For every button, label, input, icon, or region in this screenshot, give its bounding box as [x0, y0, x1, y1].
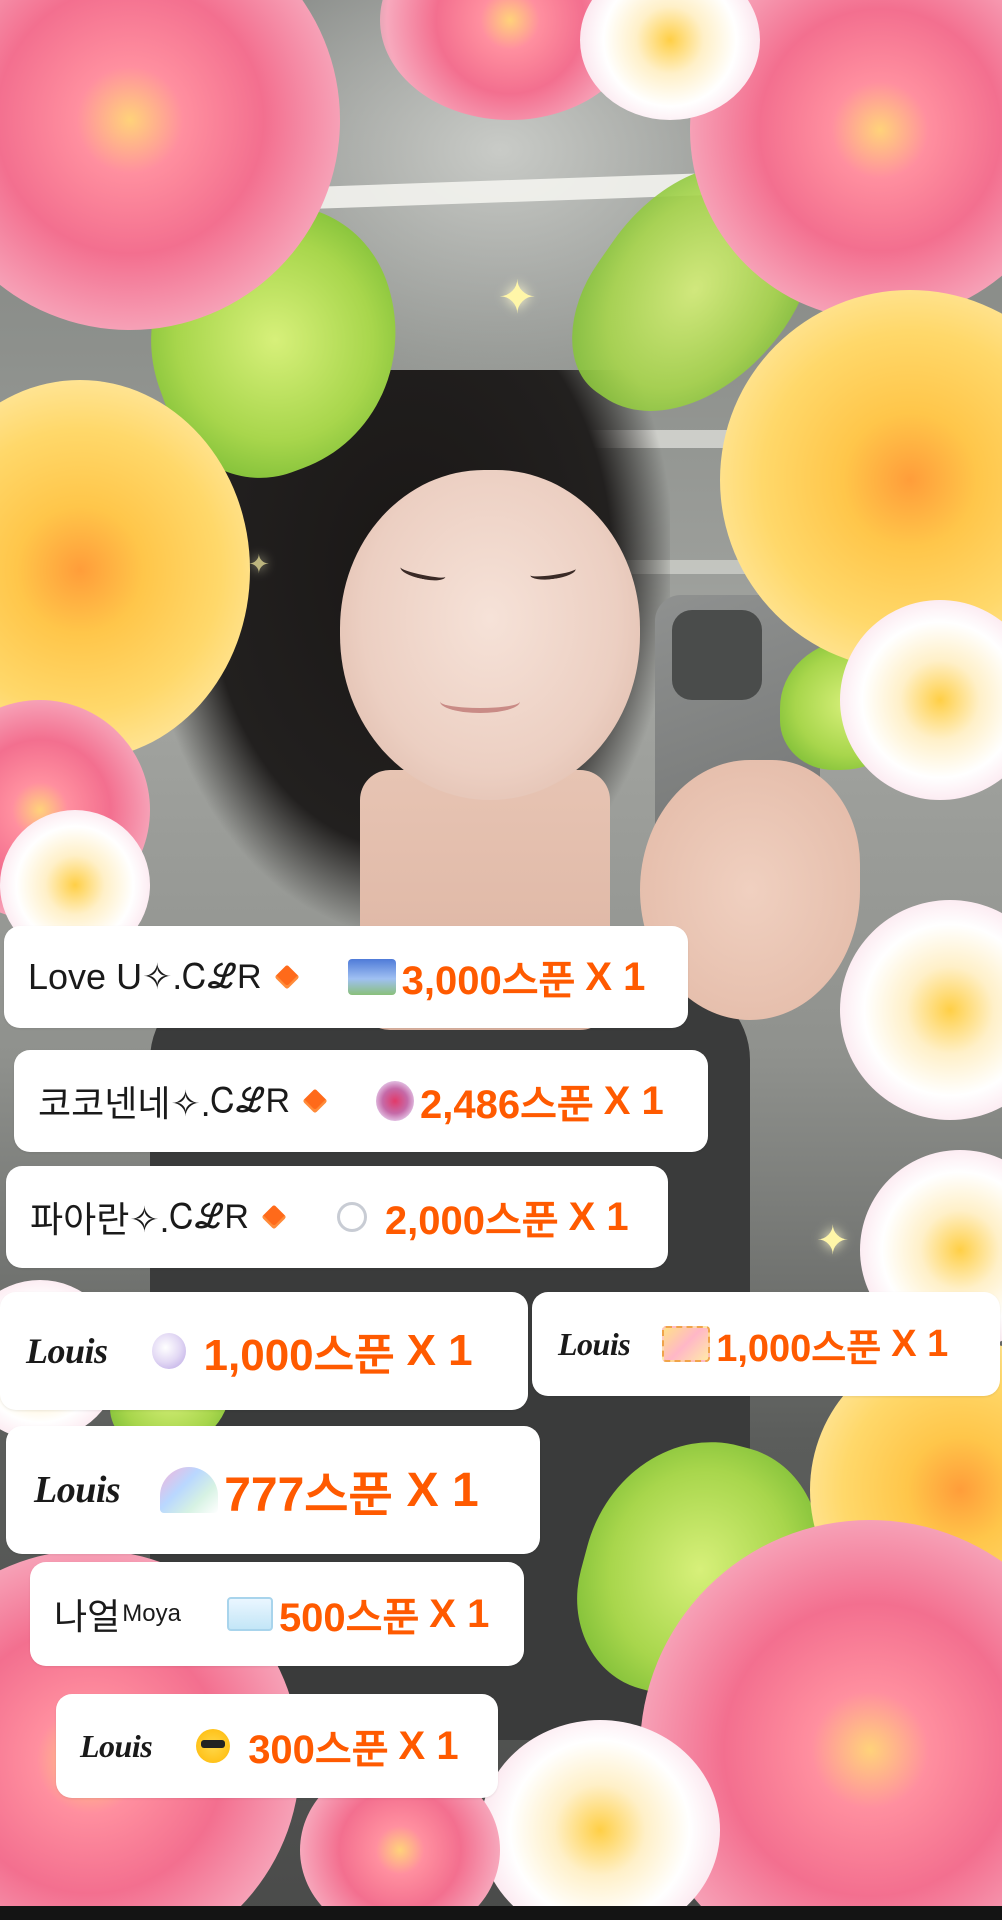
orange-diamond-badge-icon — [261, 1204, 287, 1230]
orange-diamond-badge-icon — [302, 1088, 328, 1114]
sender-name: 나얼 — [54, 1596, 121, 1637]
sender-tag: ᏟℒR — [169, 1197, 249, 1236]
sparkle-icon: ✦ — [498, 270, 537, 324]
sender-name: Louis — [80, 1727, 153, 1764]
sparkle-icon: ✦ — [248, 550, 270, 580]
gift-amount: 300스푼 — [248, 1728, 389, 1772]
gift-amount: 2,486스푼 — [420, 1083, 594, 1127]
gift-multiplier: X 1 — [568, 1194, 629, 1239]
sender-superscript: Moya — [122, 1600, 181, 1627]
palace-sticker-icon — [347, 959, 396, 995]
gift-multiplier: X 1 — [406, 1326, 473, 1375]
sunglasses-emoji-icon — [196, 1729, 231, 1763]
person-face — [340, 470, 640, 800]
donation-card[interactable]: Louis 777스푼 X 1 — [6, 1426, 540, 1554]
flower-frame-sticker-icon — [662, 1326, 711, 1362]
donation-card[interactable]: Louis 1,000스푼 X 1 — [0, 1292, 528, 1410]
moon-sticker-icon — [151, 1333, 186, 1369]
plumeria-flower-icon — [840, 900, 1002, 1120]
ring-sticker-icon — [336, 1202, 367, 1232]
gift-amount: 1,000스푼 — [716, 1327, 882, 1370]
gift-amount: 1,000스푼 — [203, 1331, 395, 1380]
sender-tag: ᏟℒR — [182, 957, 262, 996]
gift-amount: 777스푼 — [224, 1469, 393, 1522]
gift-multiplier: X 1 — [398, 1723, 459, 1768]
gift-amount: 2,000스푼 — [384, 1199, 559, 1243]
donation-card[interactable]: 나얼 Moya 500스푼 X 1 — [30, 1562, 524, 1666]
donation-card[interactable]: Louis 1,000스푼 X 1 — [532, 1292, 1000, 1396]
gift-amount: 500스푼 — [278, 1596, 420, 1640]
sender-tag: ᏟℒR — [210, 1081, 291, 1120]
gift-multiplier: X 1 — [429, 1591, 490, 1636]
sender-name: 코코넨네✧. — [38, 1083, 211, 1124]
gift-multiplier: X 1 — [891, 1322, 949, 1365]
gift-multiplier: X 1 — [603, 1078, 664, 1123]
smile — [440, 690, 520, 713]
sender-name: Louis — [34, 1469, 121, 1511]
bottom-edge-bar — [0, 1906, 1002, 1920]
sender-name: Louis — [558, 1325, 631, 1362]
sender-name: Louis — [26, 1331, 108, 1371]
orange-diamond-badge-icon — [274, 964, 300, 990]
donation-card[interactable]: 코코넨네✧. ᏟℒR 2,486스푼 X 1 — [14, 1050, 708, 1152]
gift-multiplier: X 1 — [406, 1463, 479, 1517]
sparkle-icon: ✦ — [816, 1218, 850, 1264]
letter-sticker-icon — [226, 1597, 273, 1631]
gift-multiplier: X 1 — [585, 954, 646, 999]
phone-camera — [672, 610, 762, 700]
sunglasses-lens — [201, 1740, 226, 1748]
gift-amount: 3,000스푼 — [401, 959, 576, 1003]
donation-card[interactable]: Love U✧. ᏟℒR 3,000스푼 X 1 — [4, 926, 688, 1028]
rainbow-sticker-icon — [160, 1467, 219, 1513]
sender-name: 파아란✧. — [30, 1199, 170, 1240]
donation-card[interactable]: 파아란✧. ᏟℒR 2,000스푼 X 1 — [6, 1166, 668, 1268]
sender-name: Love U✧. — [28, 956, 183, 997]
heart-wings-sticker-icon — [376, 1081, 415, 1121]
donation-card[interactable]: Louis 300스푼 X 1 — [56, 1694, 498, 1798]
